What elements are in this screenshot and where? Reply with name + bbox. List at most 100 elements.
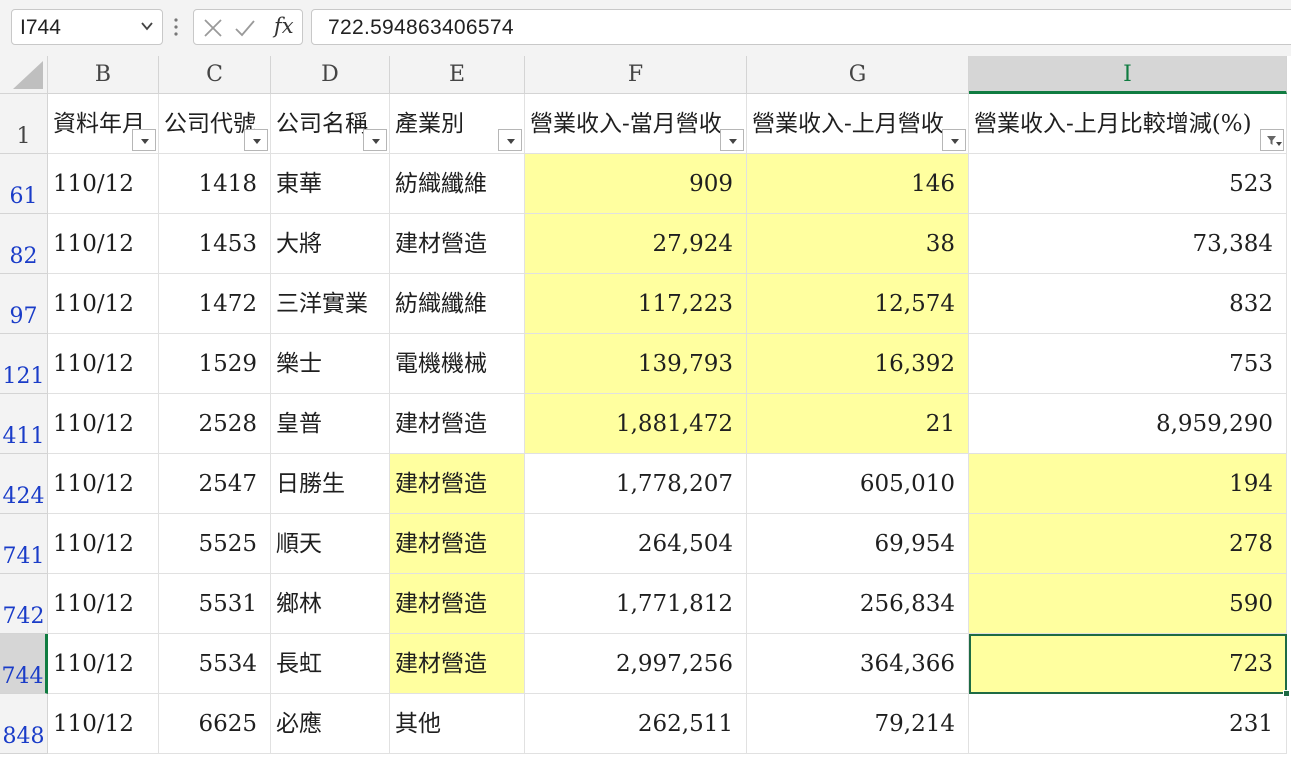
fill-handle[interactable] [1283,690,1290,697]
chevron-down-icon[interactable] [140,19,154,33]
table-cell[interactable]: 16,392 [747,334,969,394]
column-header-d[interactable]: D [271,56,390,94]
filter-dropdown-button[interactable] [498,129,522,151]
filter-dropdown-icon[interactable] [499,130,523,152]
table-cell[interactable]: 鄉林 [271,574,390,634]
row-header-848[interactable]: 848 [0,694,48,754]
table-cell[interactable]: 139,793 [525,334,747,394]
table-cell[interactable]: 建材營造 [390,394,525,454]
table-cell[interactable]: 1529 [159,334,271,394]
table-cell[interactable]: 5525 [159,514,271,574]
table-cell[interactable]: 樂士 [271,334,390,394]
row-header-82[interactable]: 82 [0,214,48,274]
column-header-e[interactable]: E [390,56,525,94]
header-cell[interactable]: 公司代號 [159,94,271,154]
table-cell[interactable]: 2,997,256 [525,634,747,694]
table-cell[interactable]: 231 [969,694,1287,754]
table-cell[interactable]: 1418 [159,154,271,214]
table-cell[interactable]: 110/12 [48,394,159,454]
name-box-value[interactable]: I744 [20,16,61,40]
table-cell[interactable]: 2547 [159,454,271,514]
table-cell[interactable]: 電機機械 [390,334,525,394]
table-cell[interactable]: 1,881,472 [525,394,747,454]
filter-dropdown-button[interactable] [244,129,268,151]
row-header-1[interactable]: 1 [0,94,48,154]
table-cell[interactable]: 建材營造 [390,574,525,634]
table-cell[interactable]: 建材營造 [390,634,525,694]
table-cell[interactable]: 8,959,290 [969,394,1287,454]
table-cell[interactable]: 605,010 [747,454,969,514]
table-cell[interactable]: 1472 [159,274,271,334]
table-cell[interactable]: 其他 [390,694,525,754]
table-cell[interactable]: 建材營造 [390,214,525,274]
table-cell[interactable]: 523 [969,154,1287,214]
filter-dropdown-icon[interactable] [364,130,388,152]
enter-check-icon[interactable] [234,17,256,39]
table-cell[interactable]: 長虹 [271,634,390,694]
table-cell[interactable]: 1453 [159,214,271,274]
vertical-dots-icon[interactable] [173,16,179,38]
table-cell[interactable]: 紡織纖維 [390,274,525,334]
table-cell[interactable]: 日勝生 [271,454,390,514]
table-cell[interactable]: 東華 [271,154,390,214]
column-header-f[interactable]: F [525,56,747,94]
column-header-b[interactable]: B [48,56,159,94]
filter-funnel-icon[interactable] [1261,130,1285,152]
table-cell[interactable]: 建材營造 [390,454,525,514]
table-cell[interactable]: 1,771,812 [525,574,747,634]
table-cell[interactable]: 27,924 [525,214,747,274]
row-header-121[interactable]: 121 [0,334,48,394]
row-header-742[interactable]: 742 [0,574,48,634]
insert-function-button[interactable]: fx [274,14,294,38]
table-cell[interactable]: 紡織纖維 [390,154,525,214]
header-cell[interactable]: 營業收入-當月營收 [525,94,747,154]
table-cell[interactable]: 大將 [271,214,390,274]
filter-active-button[interactable] [1260,129,1284,151]
table-cell[interactable]: 110/12 [48,454,159,514]
table-cell[interactable]: 順天 [271,514,390,574]
select-all-triangle-icon[interactable] [13,61,43,89]
table-cell[interactable]: 79,214 [747,694,969,754]
table-cell[interactable]: 5534 [159,634,271,694]
table-cell[interactable]: 110/12 [48,274,159,334]
table-cell[interactable]: 6625 [159,694,271,754]
table-cell[interactable]: 117,223 [525,274,747,334]
filter-dropdown-button[interactable] [132,129,156,151]
table-cell[interactable]: 256,834 [747,574,969,634]
table-cell[interactable]: 110/12 [48,214,159,274]
filter-dropdown-button[interactable] [720,129,744,151]
table-cell[interactable]: 12,574 [747,274,969,334]
table-cell[interactable]: 832 [969,274,1287,334]
table-cell[interactable]: 264,504 [525,514,747,574]
row-header-424[interactable]: 424 [0,454,48,514]
table-cell[interactable]: 110/12 [48,334,159,394]
table-cell[interactable]: 110/12 [48,514,159,574]
table-cell[interactable]: 必應 [271,694,390,754]
row-header-411[interactable]: 411 [0,394,48,454]
column-header-i[interactable]: I [969,56,1287,94]
row-header-61[interactable]: 61 [0,154,48,214]
table-cell[interactable]: 364,366 [747,634,969,694]
filter-dropdown-icon[interactable] [133,130,157,152]
table-cell[interactable]: 146 [747,154,969,214]
select-all-corner[interactable] [0,56,48,94]
table-cell[interactable]: 110/12 [48,154,159,214]
table-cell[interactable]: 69,954 [747,514,969,574]
filter-dropdown-icon[interactable] [721,130,745,152]
table-cell[interactable]: 73,384 [969,214,1287,274]
row-header-744[interactable]: 744 [0,634,48,694]
header-cell[interactable]: 資料年月 [48,94,159,154]
active-cell[interactable]: 723 [969,634,1287,694]
table-cell[interactable]: 194 [969,454,1287,514]
table-cell[interactable]: 590 [969,574,1287,634]
table-cell[interactable]: 建材營造 [390,514,525,574]
table-cell[interactable]: 110/12 [48,634,159,694]
table-cell[interactable]: 909 [525,154,747,214]
header-cell[interactable]: 產業別 [390,94,525,154]
name-box[interactable]: I744 [11,9,163,45]
header-cell[interactable]: 營業收入-上月比較增減(%) [969,94,1287,154]
table-cell[interactable]: 38 [747,214,969,274]
row-header-97[interactable]: 97 [0,274,48,334]
header-cell[interactable]: 公司名稱 [271,94,390,154]
table-cell[interactable]: 1,778,207 [525,454,747,514]
